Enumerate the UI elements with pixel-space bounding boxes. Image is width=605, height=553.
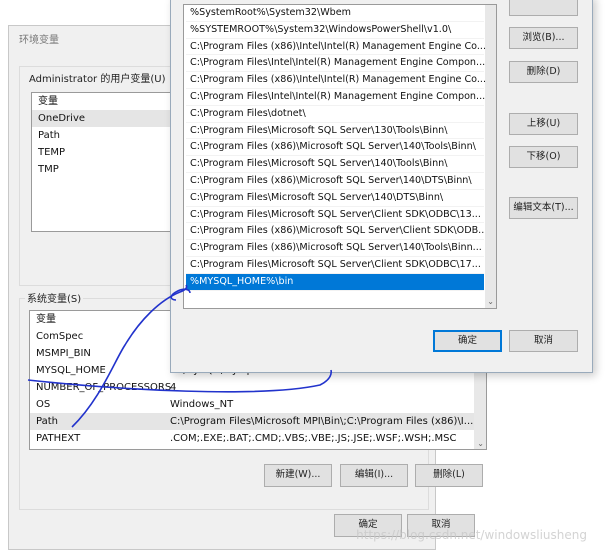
- handwritten-annotation: [27, 284, 333, 428]
- watermark: https://blog.csdn.net/windowsliusheng: [356, 528, 587, 542]
